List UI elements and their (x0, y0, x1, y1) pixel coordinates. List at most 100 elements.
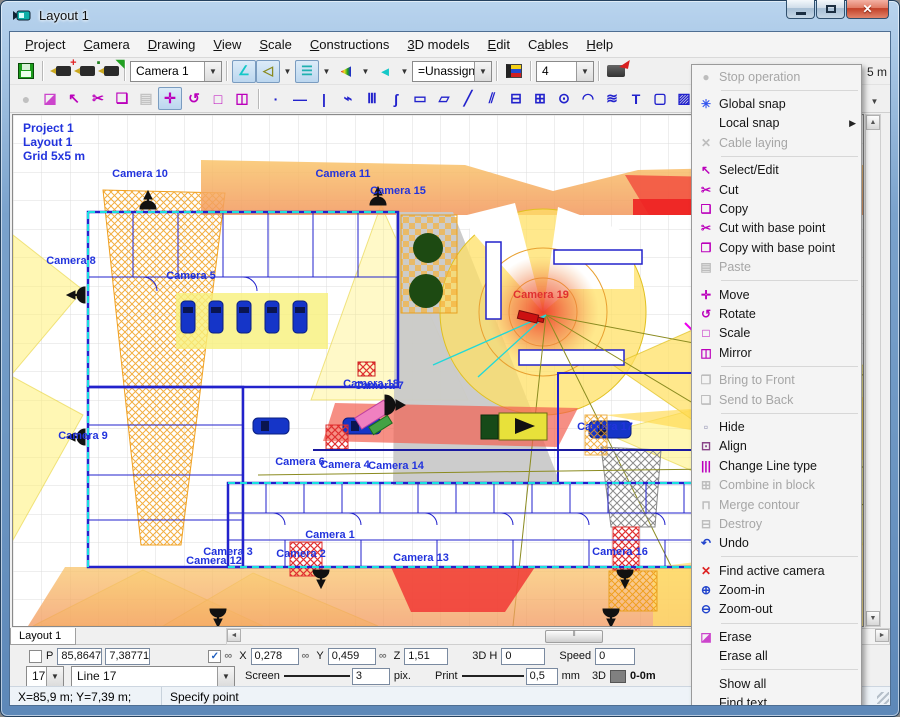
title-bar[interactable]: Layout 1 ✕ (1, 1, 899, 31)
p-x-field[interactable]: 85,8647 (57, 648, 102, 665)
point-tool[interactable]: · (264, 87, 288, 110)
resize-grip[interactable] (877, 692, 889, 704)
camera-label[interactable]: Camera 13 (393, 552, 449, 564)
menu-item-align[interactable]: ⊡Align (693, 437, 860, 456)
paste-button[interactable]: ▤ (134, 87, 158, 110)
mirror-button[interactable]: ◫ (230, 87, 254, 110)
menu-item-global-snap[interactable]: ✳Global snap (693, 94, 860, 113)
x-field[interactable]: 0,278 (251, 648, 299, 665)
polyline-tool[interactable]: ⌁ (336, 87, 360, 110)
screen-slider[interactable] (284, 675, 350, 677)
camera-label[interactable]: Camera 16 (592, 546, 648, 558)
stop-button[interactable]: ● (14, 87, 38, 110)
line-name-select[interactable]: Line 17 ▼ (71, 666, 235, 687)
column-tool[interactable]: ⊙ (552, 87, 576, 110)
close-button[interactable]: ✕ (846, 0, 889, 19)
segment-tool[interactable]: ╱ (456, 87, 480, 110)
menu-item-find-text[interactable]: Find text (693, 693, 860, 706)
camera-label[interactable]: Camera 12 (186, 555, 242, 567)
menu-3d-models[interactable]: 3D models (398, 33, 478, 56)
arc-tool[interactable]: ◠ (576, 87, 600, 110)
menu-item-show-all[interactable]: Show all (693, 674, 860, 693)
y-field[interactable]: 0,459 (328, 648, 376, 665)
camera-label[interactable]: Camera 10 (112, 168, 168, 180)
wall-tool[interactable]: ⫽ (480, 87, 504, 110)
menu-constructions[interactable]: Constructions (301, 33, 398, 56)
rectangle-tool[interactable]: ▭ (408, 87, 432, 110)
scroll-up-button[interactable]: ▲ (866, 115, 880, 130)
menu-project[interactable]: Project (16, 33, 74, 56)
menu-item-mirror[interactable]: ◫Mirror (693, 343, 860, 362)
camera-label[interactable]: Camera 19 (513, 289, 569, 301)
link-y-icon[interactable]: ∞ (302, 650, 310, 662)
menu-item-select-edit[interactable]: ↖Select/Edit (693, 161, 860, 180)
contour-tool[interactable]: ▢ (648, 87, 672, 110)
screen-field[interactable]: 3 (352, 668, 390, 685)
camera-label[interactable]: Camera 7 (354, 380, 404, 392)
camera-label[interactable]: Camera 2 (276, 548, 326, 560)
print-camera-button[interactable] (604, 60, 628, 83)
menu-item-undo[interactable]: ↶Undo (693, 534, 860, 553)
door-tool[interactable]: ⊞ (528, 87, 552, 110)
menu-item-copy-with-base-point[interactable]: ❐Copy with base point (693, 238, 860, 257)
scale-button[interactable]: □ (206, 87, 230, 110)
cable-colors-button[interactable] (502, 60, 526, 83)
3d-h-field[interactable]: 0 (501, 648, 545, 665)
view-angle-button[interactable]: ∠ (232, 60, 256, 83)
chevron-down-icon[interactable]: ▼ (46, 667, 63, 686)
chevron-down-icon[interactable]: ▼ (474, 62, 491, 81)
rotate-button[interactable]: ↺ (182, 87, 206, 110)
move-button[interactable]: ✛ (158, 87, 182, 110)
chevron-down-icon[interactable]: ▼ (217, 667, 234, 686)
copy-button[interactable]: ❏ (110, 87, 134, 110)
camera-select[interactable]: Camera 1 ▼ (130, 61, 222, 82)
camera-label[interactable]: Camera 11 (315, 168, 370, 180)
line-width-select[interactable]: 4 ▼ (536, 61, 594, 82)
eraser-button[interactable]: ◪ (38, 87, 62, 110)
monitor-view-button[interactable]: ◄ (373, 60, 397, 83)
maximize-button[interactable] (816, 0, 845, 19)
camera-label[interactable]: Camera 14 (368, 460, 425, 472)
menu-camera[interactable]: Camera (74, 33, 138, 56)
p-y-field[interactable]: 7,38771 (105, 648, 150, 665)
menu-item-zoom-out[interactable]: ⊖Zoom-out (693, 600, 860, 619)
print-slider[interactable] (462, 675, 524, 677)
camera-label[interactable]: Camera 1 (305, 529, 355, 541)
camera-label[interactable]: Camera 17 (577, 421, 633, 433)
scroll-left-button[interactable]: ◄ (227, 629, 241, 642)
side-view-dropdown[interactable]: ▼ (280, 61, 295, 82)
grid-view-dropdown[interactable]: ▼ (319, 61, 334, 82)
view-area-dropdown[interactable]: ▼ (358, 61, 373, 82)
camera-label[interactable]: Camera 5 (166, 270, 216, 282)
menu-item-cut[interactable]: ✂Cut (693, 180, 860, 199)
link-x-icon[interactable]: ∞ (224, 650, 232, 662)
menu-view[interactable]: View (204, 33, 250, 56)
speed-field[interactable]: 0 (595, 648, 635, 665)
line-number-select[interactable]: 17 ▼ (26, 666, 64, 687)
menu-help[interactable]: Help (577, 33, 622, 56)
scroll-right-button[interactable]: ► (875, 629, 889, 642)
3d-color-swatch[interactable] (610, 670, 626, 683)
layout-tab[interactable]: Layout 1 (10, 628, 76, 645)
side-view-button[interactable]: ◁ (256, 60, 280, 83)
parallelogram-tool[interactable]: ▱ (432, 87, 456, 110)
toolbar-overflow-button[interactable]: ▼ (867, 94, 882, 108)
camera-label[interactable]: Camera 6 (275, 456, 325, 468)
grid-view-button[interactable]: ☰ (295, 60, 319, 83)
menu-item-scale[interactable]: □Scale (693, 324, 860, 343)
menu-drawing[interactable]: Drawing (139, 33, 205, 56)
menu-item-erase[interactable]: ◪Erase (693, 627, 860, 646)
camera-label[interactable]: Camera 15 (370, 185, 426, 197)
menu-item-zoom-in[interactable]: ⊕Zoom-in (693, 580, 860, 599)
scrollbar-thumb[interactable]: ⦀ (545, 630, 603, 643)
view-area-button[interactable]: ◀ (334, 60, 358, 83)
camera-label[interactable]: Camera 4 (320, 459, 370, 471)
save-camera-button[interactable]: ▪ (72, 60, 96, 83)
menu-item-find-active-camera[interactable]: ✕Find active camera (693, 561, 860, 580)
chevron-down-icon[interactable]: ▼ (576, 62, 593, 81)
menu-cables[interactable]: Cables (519, 33, 577, 56)
chevron-down-icon[interactable]: ▼ (204, 62, 221, 81)
camera-label[interactable]: Camera 8 (46, 255, 96, 267)
load-camera-button[interactable]: ◥ (96, 60, 120, 83)
line-tool[interactable]: — (288, 87, 312, 110)
